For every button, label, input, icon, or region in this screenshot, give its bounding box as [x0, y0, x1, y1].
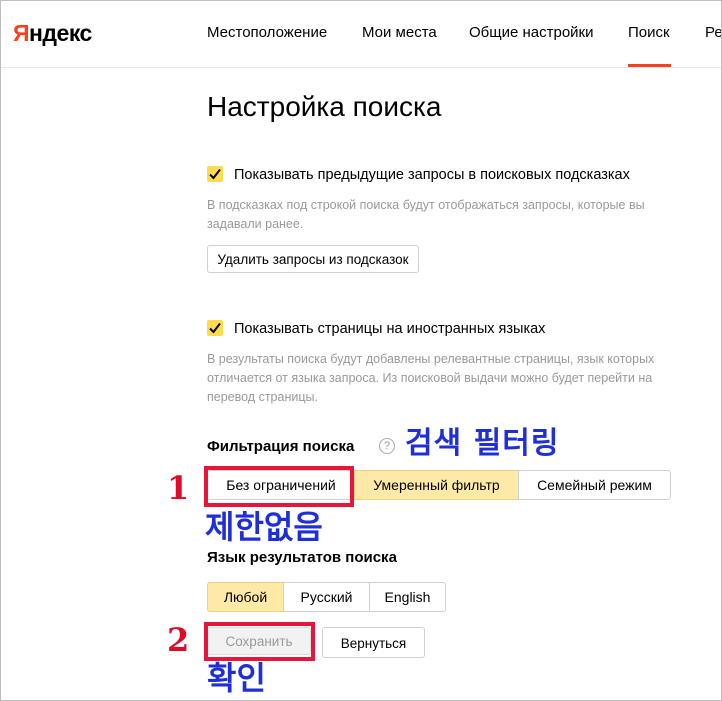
browser-frame: Яндекс Местоположение Мои места Общие на… [0, 0, 722, 701]
foreign-checkbox[interactable] [207, 320, 223, 336]
history-checkbox-label: Показывать предыдущие запросы в поисковы… [234, 167, 630, 183]
nav-item-location[interactable]: Местоположение [207, 23, 327, 43]
top-header: Яндекс Местоположение Мои места Общие на… [1, 1, 721, 68]
highlight-box-save [204, 622, 315, 661]
language-option-english[interactable]: English [369, 582, 446, 612]
foreign-checkbox-row[interactable]: Показывать страницы на иностранных языка… [207, 319, 667, 339]
step-marker-1: 1 [167, 469, 190, 507]
checkmark-icon [209, 168, 221, 180]
filter-option-family[interactable]: Семейный режим [518, 470, 671, 500]
back-button[interactable]: Вернуться [322, 627, 425, 658]
annotation-filter-korean: 검색 필터링 [405, 426, 560, 461]
annotation-no-limit-korean: 제한없음 [205, 508, 323, 546]
active-nav-underline [628, 64, 671, 67]
checkmark-icon [209, 322, 221, 334]
foreign-hint: В результаты поиска будут добавлены реле… [207, 352, 655, 404]
history-checkbox[interactable] [207, 166, 223, 182]
highlight-box-no-limit [204, 466, 354, 507]
nav-item-general-settings[interactable]: Общие настройки [469, 23, 594, 43]
yandex-logo[interactable]: Яндекс [13, 19, 92, 47]
nav-item-search[interactable]: Поиск [628, 23, 670, 43]
page-title: Настройка поиска [207, 91, 442, 122]
clear-history-button[interactable]: Удалить запросы из подсказок [207, 245, 419, 273]
history-checkbox-row[interactable]: Показывать предыдущие запросы в поисковы… [207, 165, 667, 185]
help-icon[interactable]: ? [379, 438, 395, 454]
history-hint: В подсказках под строкой поиска будут от… [207, 198, 645, 231]
annotation-confirm-korean: 확인 [207, 659, 266, 697]
language-option-russian[interactable]: Русский [283, 582, 370, 612]
nav-item-my-places[interactable]: Мои места [362, 23, 437, 43]
foreign-checkbox-label: Показывать страницы на иностранных языка… [234, 321, 546, 337]
language-title: Язык результатов поиска [207, 549, 397, 566]
language-option-any[interactable]: Любой [207, 582, 284, 612]
nav-item-cut-off[interactable]: Ре [705, 23, 721, 43]
step-marker-2: 2 [167, 621, 190, 659]
filter-option-moderate[interactable]: Умеренный фильтр [354, 470, 519, 500]
filter-title: Фильтрация поиска [207, 438, 355, 455]
